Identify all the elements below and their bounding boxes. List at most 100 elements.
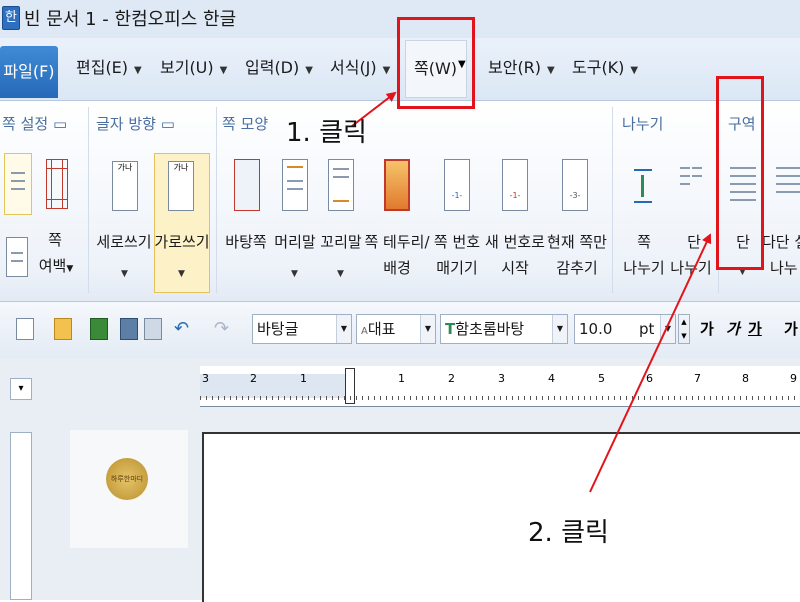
- menu-input[interactable]: 입력(D) ▼: [245, 54, 313, 78]
- page-setup-icon[interactable]: [4, 153, 32, 215]
- page-border-icon[interactable]: [384, 159, 410, 211]
- group-title-page-setup: 쪽 설정 ▭: [2, 115, 68, 133]
- font-size-value: 10.0: [579, 320, 613, 338]
- horizontal-ruler[interactable]: 3 2 1 1 2 3 4 5 6 7 8 9: [200, 366, 800, 407]
- stamp-logo: 하루한마디: [106, 458, 148, 500]
- undo-icon[interactable]: ↶: [174, 318, 192, 340]
- menu-view[interactable]: 보기(U) ▼: [160, 54, 227, 78]
- chevron-down-icon: ▼: [337, 269, 344, 279]
- menu-tools-label: 도구(K): [572, 58, 625, 77]
- ruler-toggle-button[interactable]: ▾: [10, 378, 32, 400]
- open-folder-icon[interactable]: [54, 318, 72, 340]
- strikethrough-button[interactable]: 가: [784, 318, 800, 340]
- new-number-label-1: 새 번호로: [485, 233, 545, 251]
- chevron-down-icon: ▼: [420, 315, 435, 343]
- multi-column-label-1: 다단 설: [762, 233, 800, 251]
- page-break-label-2: 나누기: [623, 259, 665, 277]
- ruler-tick-label: 5: [598, 372, 605, 385]
- step-2-callout: 2. 클릭: [528, 518, 609, 548]
- document-page[interactable]: [202, 432, 800, 602]
- font-name-value: 함초롬바탕: [455, 320, 525, 338]
- menu-format-label: 서식(J): [330, 58, 377, 77]
- hide-current-icon[interactable]: -3-: [562, 159, 588, 211]
- margin-label-2: 여백▼: [38, 257, 74, 275]
- underline-button[interactable]: 가: [748, 318, 762, 340]
- ruler-tick-label: 6: [646, 372, 653, 385]
- page-number-icon[interactable]: -1-: [444, 159, 470, 211]
- ruler-tick-label: 1: [398, 372, 405, 385]
- menu-edit-label: 편집(E): [76, 58, 129, 77]
- ruler-tick-label: 2: [448, 372, 455, 385]
- ruler-tick-label: 1: [300, 372, 307, 385]
- highlight-page-menu: [397, 17, 475, 109]
- chevron-down-icon: ▼: [291, 269, 298, 279]
- ruler-tick-label: 7: [694, 372, 701, 385]
- menu-security[interactable]: 보안(R) ▼: [488, 54, 555, 78]
- menu-tools[interactable]: 도구(K) ▼: [572, 54, 638, 78]
- hide-current-label-1: 현재 쪽만: [547, 233, 607, 251]
- chevron-down-icon: ▼: [382, 65, 391, 76]
- style-select[interactable]: 바탕글 ▼: [252, 314, 352, 344]
- document-icon[interactable]: [6, 237, 28, 277]
- save-icon[interactable]: [90, 318, 108, 340]
- vertical-ruler[interactable]: [10, 432, 32, 600]
- background-page-label: 바탕쪽: [225, 233, 267, 251]
- menu-view-label: 보기(U): [160, 58, 214, 77]
- window-title: 빈 문서 1 - 한컴오피스 한글: [24, 9, 237, 30]
- page-break-icon[interactable]: [632, 159, 654, 213]
- new-document-icon[interactable]: [16, 318, 34, 340]
- menu-file[interactable]: 파일(F): [0, 46, 58, 98]
- group-divider: [88, 107, 89, 293]
- column-break-label-1: 단: [687, 233, 701, 251]
- page-grid-icon[interactable]: [46, 159, 68, 209]
- page-border-label-1: 쪽 테두리/: [364, 233, 430, 251]
- font-size-input[interactable]: 10.0 pt ▼: [574, 314, 676, 344]
- chevron-down-icon: ▼: [552, 315, 567, 343]
- step-1-callout: 1. 클릭: [286, 118, 367, 148]
- vertical-writing-icon[interactable]: 가나: [112, 161, 138, 211]
- column-break-icon[interactable]: [680, 163, 702, 207]
- font-language-select[interactable]: A대표 ▼: [356, 314, 436, 344]
- vertical-writing-label: 세로쓰기: [96, 233, 152, 251]
- menu-input-label: 입력(D): [245, 58, 300, 77]
- font-language-value: 대표: [367, 320, 396, 338]
- app-icon: 한: [2, 6, 20, 30]
- chevron-down-icon: ▼: [134, 65, 142, 76]
- group-title-page-shape: 쪽 모양: [222, 115, 269, 133]
- font-name-select[interactable]: T함초롬바탕 ▼: [440, 314, 568, 344]
- ruler-tick-label: 4: [548, 372, 555, 385]
- font-size-stepper[interactable]: ▲ ▼: [678, 314, 690, 344]
- group-title-text-direction: 글자 방향 ▭: [96, 115, 175, 133]
- header-icon[interactable]: [282, 159, 308, 211]
- footer-icon[interactable]: [328, 159, 354, 211]
- column-break-label-2: 나누기: [670, 259, 712, 277]
- print-icon[interactable]: [120, 318, 138, 340]
- ruler-tick-label: 3: [498, 372, 505, 385]
- ruler-tick-label: 2: [250, 372, 257, 385]
- formatting-toolbar: ↶ ↷ 바탕글 ▼ A대표 ▼ T함초롬바탕 ▼ 10.0 pt ▼ ▲ ▼ 가 …: [0, 302, 800, 359]
- style-value: 바탕글: [257, 320, 299, 338]
- chevron-down-icon: ▼: [178, 269, 185, 279]
- ruler-tick-label: 3: [202, 372, 209, 385]
- page-number-label-2: 매기기: [436, 259, 478, 277]
- bold-button[interactable]: 가: [700, 318, 714, 340]
- multi-column-icon[interactable]: [776, 163, 800, 207]
- menu-edit[interactable]: 편집(E) ▼: [76, 54, 142, 78]
- page-break-label-1: 쪽: [637, 233, 651, 251]
- new-number-icon[interactable]: -1-: [502, 159, 528, 211]
- highlight-column-button: [716, 76, 764, 270]
- italic-button[interactable]: 가: [726, 318, 740, 340]
- chevron-down-icon: ▼: [547, 65, 555, 76]
- chevron-down-icon: ▼: [630, 65, 639, 76]
- chevron-down-icon: ▼: [219, 65, 228, 76]
- chevron-down-icon: ▼: [336, 315, 351, 343]
- redo-icon[interactable]: ↷: [214, 318, 232, 340]
- background-page-icon[interactable]: [234, 159, 260, 211]
- print-preview-icon[interactable]: [144, 318, 162, 340]
- menu-format[interactable]: 서식(J) ▼: [330, 54, 390, 78]
- group-divider: [612, 107, 613, 293]
- hide-current-label-2: 감추기: [556, 259, 598, 277]
- ruler-tick-label: 8: [742, 372, 749, 385]
- page-number-label-1: 쪽 번호: [433, 233, 481, 251]
- header-label: 머리말: [274, 233, 316, 251]
